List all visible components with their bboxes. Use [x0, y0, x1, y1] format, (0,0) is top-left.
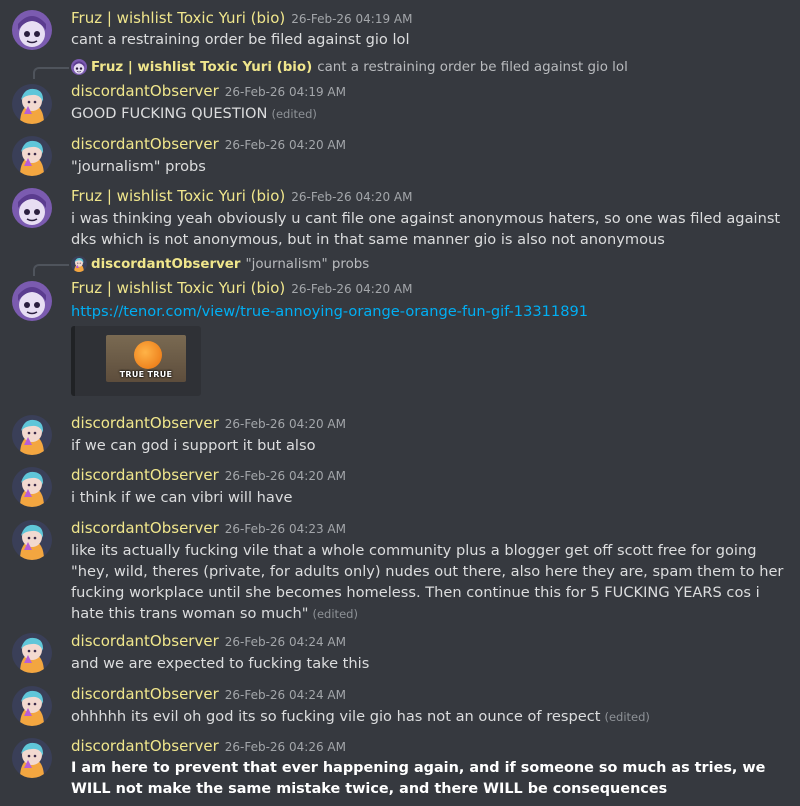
tenor-link[interactable]: https://tenor.com/view/true-annoying-ora… [71, 303, 588, 320]
user-avatar[interactable] [12, 136, 52, 176]
reply-avatar-icon [71, 59, 87, 75]
timestamp: 26-Feb-26 04:20 AM [224, 417, 346, 431]
user-avatar[interactable] [12, 281, 52, 321]
gif-caption: TRUE TRUE [119, 370, 173, 379]
reply-username: Fruz | wishlist Toxic Yuri (bio) [91, 59, 313, 75]
message-body: ohhhhh its evil oh god its so fucking vi… [71, 708, 601, 725]
timestamp: 26-Feb-26 04:19 AM [291, 12, 413, 26]
timestamp: 26-Feb-26 04:24 AM [224, 635, 346, 649]
user-avatar[interactable] [12, 10, 52, 50]
username[interactable]: discordantObserver [71, 519, 219, 537]
message-header: discordantObserver 26-Feb-26 04:20 AM [71, 134, 346, 153]
reply-reference[interactable]: Fruz | wishlist Toxic Yuri (bio) cant a … [71, 59, 628, 75]
message-header: discordantObserver 26-Feb-26 04:24 AM [71, 684, 346, 703]
user-avatar[interactable] [12, 84, 52, 124]
fruz-avatar-icon [12, 188, 52, 228]
username[interactable]: discordantObserver [71, 632, 219, 650]
timestamp: 26-Feb-26 04:20 AM [224, 469, 346, 483]
message-text: I am here to prevent that ever happening… [71, 760, 766, 797]
message-text: like its actually fucking vile that a wh… [71, 540, 796, 625]
username[interactable]: discordantObserver [71, 685, 219, 703]
username[interactable]: discordantObserver [71, 135, 219, 153]
timestamp: 26-Feb-26 04:20 AM [291, 190, 413, 204]
message-text: and we are expected to fucking take this [71, 655, 370, 672]
username[interactable]: discordantObserver [71, 414, 219, 432]
timestamp: 26-Feb-26 04:26 AM [224, 740, 346, 754]
username[interactable]: Fruz | wishlist Toxic Yuri (bio) [71, 9, 285, 27]
reply-preview-text: "journalism" probs [245, 256, 370, 272]
username[interactable]: Fruz | wishlist Toxic Yuri (bio) [71, 187, 285, 205]
gif-image[interactable]: TRUE TRUE [106, 335, 186, 382]
message-header: discordantObserver 26-Feb-26 04:26 AM [71, 736, 346, 755]
message-text: https://tenor.com/view/true-annoying-ora… [71, 301, 796, 322]
user-avatar[interactable] [12, 520, 52, 560]
observer-avatar-icon [12, 136, 52, 176]
edited-label: (edited) [271, 107, 317, 121]
username[interactable]: Fruz | wishlist Toxic Yuri (bio) [71, 279, 285, 297]
message-header: discordantObserver 26-Feb-26 04:20 AM [71, 465, 346, 484]
reply-connector [33, 264, 69, 276]
reply-avatar-icon [71, 256, 87, 272]
user-avatar[interactable] [12, 686, 52, 726]
timestamp: 26-Feb-26 04:24 AM [224, 688, 346, 702]
message-text: i was thinking yeah obviously u cant fil… [71, 210, 781, 248]
timestamp: 26-Feb-26 04:23 AM [224, 522, 346, 536]
observer-avatar-icon [12, 520, 52, 560]
edited-label: (edited) [604, 710, 650, 724]
user-avatar[interactable] [12, 188, 52, 228]
edited-label: (edited) [312, 607, 358, 621]
message-header: Fruz | wishlist Toxic Yuri (bio) 26-Feb-2… [71, 8, 412, 27]
user-avatar[interactable] [12, 738, 52, 778]
reply-preview-text: cant a restraining order be filed agains… [317, 59, 628, 75]
username[interactable]: discordantObserver [71, 466, 219, 484]
message-header: Fruz | wishlist Toxic Yuri (bio) 26-Feb-2… [71, 186, 412, 205]
username[interactable]: discordantObserver [71, 82, 219, 100]
message-header: discordantObserver 26-Feb-26 04:24 AM [71, 631, 346, 650]
message-body: like its actually fucking vile that a wh… [71, 542, 784, 622]
observer-avatar-icon [12, 633, 52, 673]
timestamp: 26-Feb-26 04:20 AM [224, 138, 346, 152]
observer-avatar-icon [12, 738, 52, 778]
message-text: if we can god i support it but also [71, 437, 316, 454]
fruz-avatar-icon [12, 281, 52, 321]
message-text: "journalism" probs [71, 158, 206, 175]
reply-connector [33, 67, 69, 79]
reply-reference[interactable]: discordantObserver "journalism" probs [71, 256, 369, 272]
message-header: Fruz | wishlist Toxic Yuri (bio) 26-Feb-2… [71, 278, 412, 297]
observer-avatar-icon [12, 84, 52, 124]
observer-avatar-icon [12, 415, 52, 455]
observer-avatar-icon [12, 467, 52, 507]
user-avatar[interactable] [12, 633, 52, 673]
orange-icon [134, 341, 162, 369]
message-text: ohhhhh its evil oh god its so fucking vi… [71, 706, 796, 728]
username[interactable]: discordantObserver [71, 737, 219, 755]
timestamp: 26-Feb-26 04:20 AM [291, 282, 413, 296]
observer-avatar-icon [12, 686, 52, 726]
message-header: discordantObserver 26-Feb-26 04:23 AM [71, 518, 346, 537]
message-header: discordantObserver 26-Feb-26 04:19 AM [71, 81, 346, 100]
reply-username: discordantObserver [91, 256, 241, 272]
message-text: cant a restraining order be filed agains… [71, 31, 410, 48]
user-avatar[interactable] [12, 415, 52, 455]
message-header: discordantObserver 26-Feb-26 04:20 AM [71, 413, 346, 432]
user-avatar[interactable] [12, 467, 52, 507]
fruz-avatar-icon [12, 10, 52, 50]
message-text: i think if we can vibri will have [71, 489, 293, 506]
message-text: GOOD FUCKING QUESTION (edited) [71, 103, 796, 125]
timestamp: 26-Feb-26 04:19 AM [224, 85, 346, 99]
message-body: GOOD FUCKING QUESTION [71, 105, 268, 122]
